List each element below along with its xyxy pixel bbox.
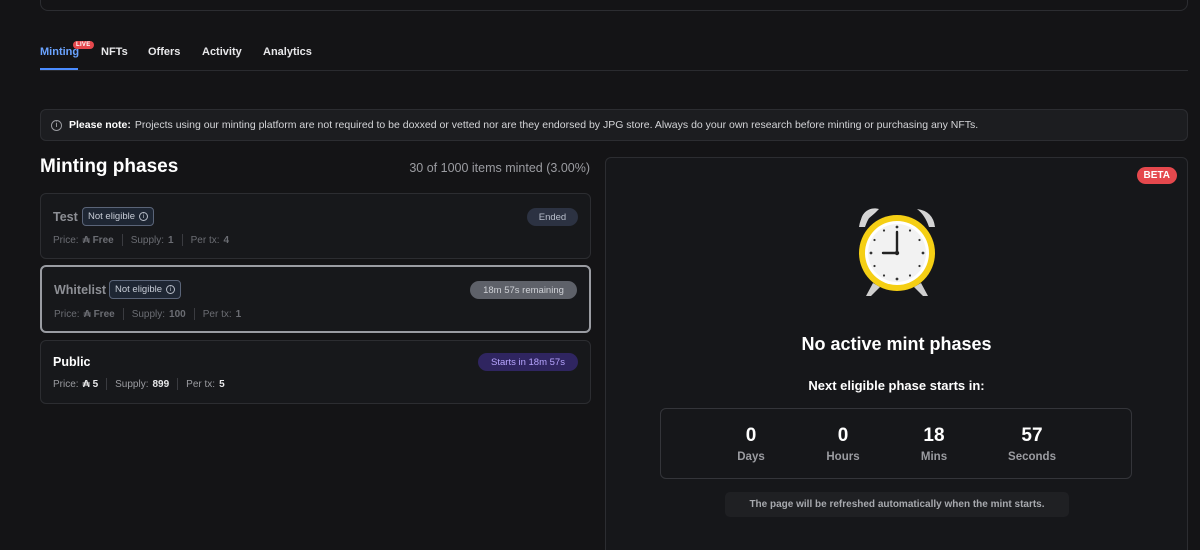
info-icon: i [139, 212, 148, 221]
eligibility-badge[interactable]: Not eligible i [109, 280, 181, 299]
status-badge: Ended [527, 208, 578, 226]
tab-offers[interactable]: Offers [148, 46, 180, 58]
tab-analytics[interactable]: Analytics [263, 46, 312, 58]
minted-count: 30 of 1000 items minted (3.00%) [409, 161, 590, 175]
countdown-seconds: 57 Seconds [1008, 425, 1056, 463]
tab-nfts[interactable]: NFTs [101, 46, 128, 58]
phase-card-public[interactable]: Public Starts in 18m 57s Price: ₳ 5 Suppl… [40, 340, 591, 404]
countdown-days: 0 Days [737, 425, 765, 463]
countdown-hours: 0 Hours [826, 425, 860, 463]
countdown-timer: 0 Days 0 Hours 18 Mins 57 Seconds [660, 408, 1132, 479]
live-badge: LIVE [73, 41, 94, 49]
mint-status-panel: BETA No active mint phases Next eligible… [605, 157, 1188, 550]
info-icon: i [166, 285, 175, 294]
phase-meta: Price: ₳ 5 Supply: 899 Per tx: 5 [53, 378, 225, 390]
phase-card-whitelist[interactable]: Whitelist Not eligible i 18m 57s remainin… [40, 265, 591, 333]
phase-meta: Price: ₳ Free Supply: 100 Per tx: 1 [54, 308, 242, 320]
status-badge: 18m 57s remaining [470, 281, 577, 299]
phase-card-test[interactable]: Test Not eligible i Ended Price: ₳ Free Su… [40, 193, 591, 259]
tab-minting[interactable]: Minting LIVE [40, 41, 94, 58]
tab-bar: Minting LIVE NFTs Offers Activity Analyt… [40, 41, 1188, 71]
top-panel [40, 0, 1188, 11]
eligibility-badge[interactable]: Not eligible i [82, 207, 154, 226]
phases-title: Minting phases [40, 156, 179, 177]
info-icon: i [51, 119, 62, 131]
phase-name: Whitelist [54, 283, 107, 297]
note-label: Please note: [69, 119, 131, 131]
phase-meta: Price: ₳ Free Supply: 1 Per tx: 4 [53, 234, 230, 246]
disclaimer-note: i Please note: Projects using our mintin… [40, 109, 1188, 141]
phase-name: Test [53, 210, 78, 224]
auto-refresh-note: The page will be refreshed automatically… [725, 492, 1069, 517]
active-tab-indicator [40, 68, 78, 70]
note-text: Projects using our minting platform are … [134, 119, 979, 131]
countdown-mins: 18 Mins [920, 425, 948, 463]
next-phase-label: Next eligible phase starts in: [808, 378, 985, 393]
no-active-phases-heading: No active mint phases [801, 334, 992, 354]
tab-activity[interactable]: Activity [202, 46, 242, 58]
phase-name: Public [53, 355, 91, 369]
beta-badge: BETA [1136, 167, 1177, 184]
alarm-clock-icon [851, 203, 943, 303]
status-badge: Starts in 18m 57s [478, 353, 578, 371]
